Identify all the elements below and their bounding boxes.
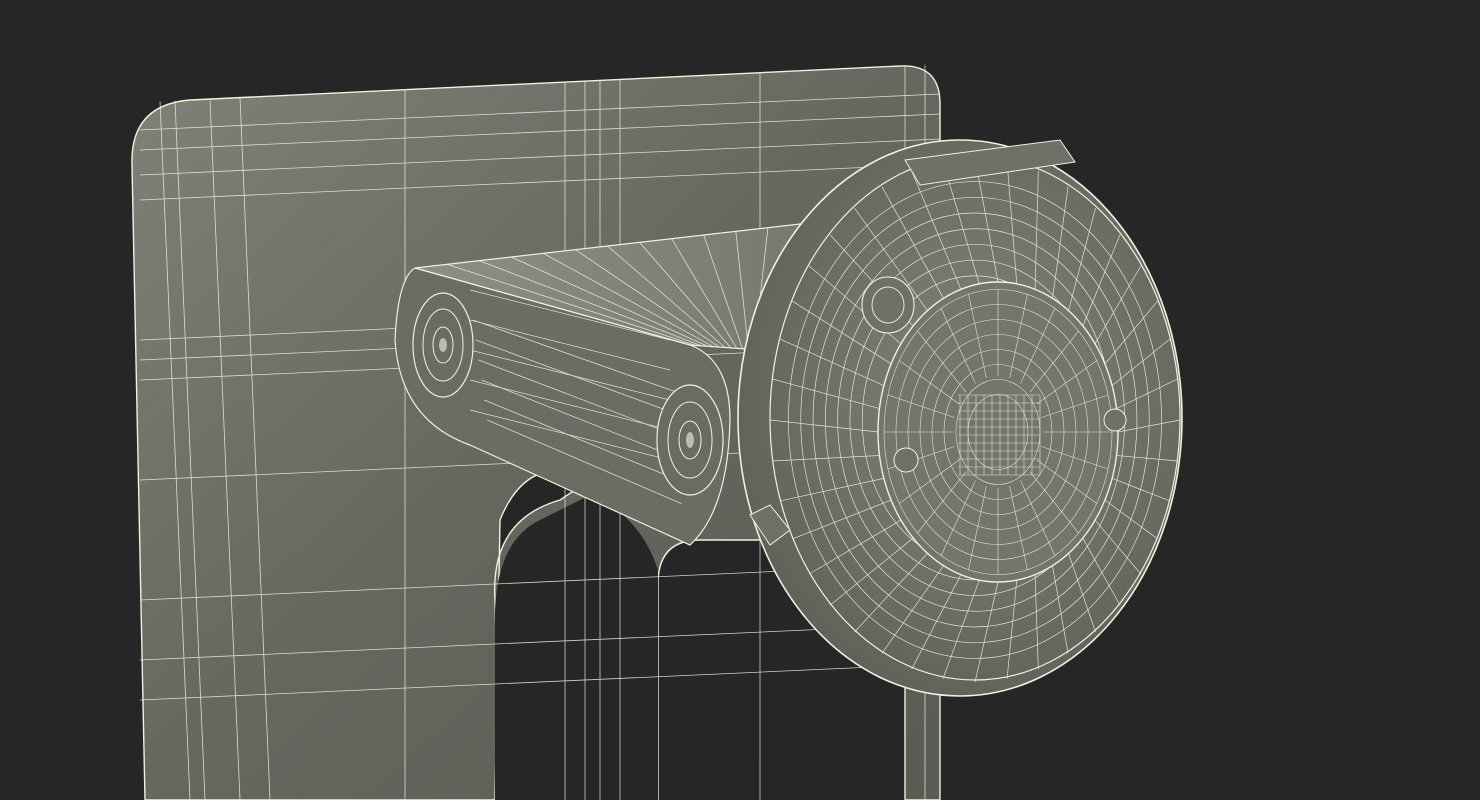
round-adapter-disc bbox=[737, 139, 1183, 697]
disc-screw-top bbox=[861, 276, 915, 334]
disc-screw-right bbox=[1103, 408, 1127, 432]
arm-pivot-right bbox=[656, 384, 724, 496]
disc-screw-left bbox=[893, 447, 919, 473]
wireframe-viewport bbox=[0, 0, 1480, 800]
wireframe-render bbox=[131, 64, 1183, 800]
arm-pivot-left bbox=[412, 292, 474, 398]
